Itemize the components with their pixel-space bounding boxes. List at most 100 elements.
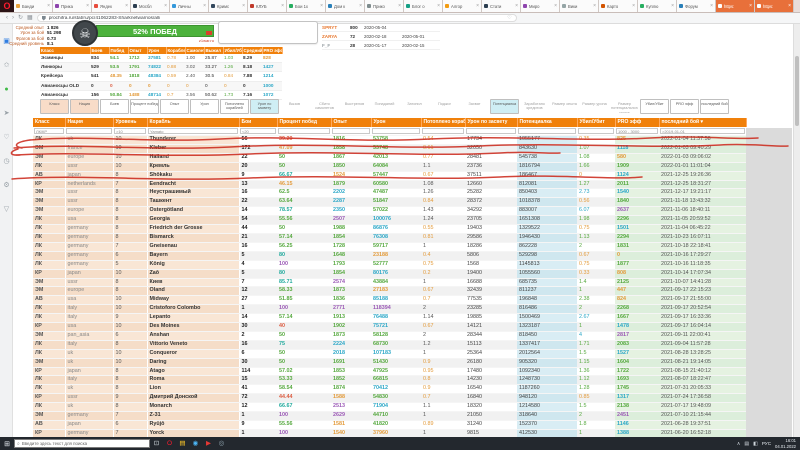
tab-close-icon[interactable]: × — [47, 3, 50, 9]
column-header[interactable]: Потенциалка — [517, 118, 577, 127]
tab-close-icon[interactable]: × — [125, 3, 128, 9]
column-toggle-button[interactable]: Сбито самолетов — [310, 99, 339, 114]
filter-input[interactable]: 1000 - 3000 — [616, 128, 658, 134]
column-toggle-button[interactable]: Размер опыта — [550, 99, 579, 114]
browser-tab[interactable]: Бои 1х× — [287, 0, 326, 12]
browser-tab[interactable]: Карто× — [599, 0, 638, 12]
opera-icon[interactable]: O — [163, 437, 176, 450]
browser-tab[interactable]: Блог о× — [404, 0, 443, 12]
column-header[interactable]: Класс — [33, 118, 65, 127]
bookmarks-star-icon[interactable]: ✩ — [0, 59, 13, 72]
filter-input[interactable]: >10 — [114, 128, 146, 134]
column-toggle-button[interactable]: Вызов — [280, 99, 309, 114]
tab-close-icon[interactable]: × — [164, 3, 167, 9]
column-header[interactable]: последний бой ▾ — [659, 118, 746, 127]
explorer-icon[interactable]: ▤ — [176, 437, 189, 450]
column-header[interactable]: Бои — [239, 118, 277, 127]
task-view-icon[interactable]: ⊡ — [150, 437, 163, 450]
filter-input[interactable] — [578, 128, 614, 134]
taskbar-search[interactable]: ⌕ Введите здесь текст для поиска — [14, 439, 150, 448]
ship-row[interactable]: ЭМfrance10Kleber17247.091858537480.61320… — [33, 144, 746, 153]
browser-tab[interactable]: Личны× — [170, 0, 209, 12]
ship-row[interactable]: ЛКitaly8Vittorio Veneto16752224687301.21… — [33, 340, 746, 349]
browser-tab[interactable]: Вики× — [560, 0, 599, 12]
ship-row[interactable]: ЭМpan_asia6Anshan25018735812822834481845… — [33, 331, 746, 340]
ship-row[interactable]: ЛКuk8Lion4158.541874704120.9165401187260… — [33, 385, 746, 394]
ship-row[interactable]: ЛКuk10Thunderer5639.291816537580.5417734… — [33, 136, 746, 145]
ship-row[interactable]: АВjapan6Ryūjō955.561581418200.8931240152… — [33, 421, 746, 430]
steam-icon[interactable]: ◎ — [215, 437, 228, 450]
tab-close-icon[interactable]: × — [593, 3, 596, 9]
tab-close-icon[interactable]: × — [86, 3, 89, 9]
tab-close-icon[interactable]: × — [788, 3, 791, 9]
opera-menu-button[interactable]: O — [0, 0, 14, 12]
column-toggle-button[interactable]: Потенциалка — [490, 99, 519, 114]
column-header[interactable]: Потоплено кораблей — [421, 118, 465, 127]
page-scrollbar[interactable] — [793, 24, 800, 437]
filter-input[interactable] — [466, 128, 516, 134]
settings-gear-icon[interactable]: ⚙ — [0, 179, 13, 192]
ship-row[interactable]: КРnetherlands7Eendracht1346.151879605801… — [33, 180, 746, 189]
tab-close-icon[interactable]: × — [632, 3, 635, 9]
ship-row[interactable]: ЛКitaly9Lepanto1457.141913764881.1419885… — [33, 314, 746, 323]
speed-dial-icon[interactable]: ▦ — [27, 13, 33, 24]
ship-row[interactable]: ЛКgermany6Bayern5801648231880.4580652929… — [33, 251, 746, 260]
browser-tab[interactable]: Прика× — [53, 0, 92, 12]
comment-panel[interactable] — [218, 21, 318, 44]
clan-history-row[interactable]: ZARYA722020-02-182020-05-01 — [322, 32, 440, 41]
scrollbar-thumb[interactable] — [795, 56, 799, 126]
ship-row[interactable]: ЛКusa8Georgia5455.5625071000761.24237051… — [33, 216, 746, 225]
tab-close-icon[interactable]: × — [320, 3, 323, 9]
filter-input[interactable]: ЛК|КР — [34, 128, 64, 134]
filter-input[interactable] — [422, 128, 464, 134]
column-toggle-button[interactable]: Выстрелов — [340, 99, 369, 114]
column-toggle-button[interactable]: Боев — [100, 99, 129, 114]
column-header[interactable]: Убил/Убит — [577, 118, 615, 127]
tab-close-icon[interactable]: × — [710, 3, 713, 9]
filter-icon[interactable]: ▽ — [0, 203, 13, 216]
ship-row[interactable]: КРusa10Des Moines30401902757210.67141211… — [33, 323, 746, 332]
ship-row[interactable]: КРjapan10Zaō5801854801760.21940010555600… — [33, 269, 746, 278]
reload-icon[interactable]: ↻ — [18, 13, 23, 24]
language-indicator[interactable]: РУС — [762, 441, 771, 446]
ship-row[interactable]: ЛКgermany8Friedrich der Grosse4450198886… — [33, 225, 746, 234]
column-header[interactable]: Процент побед — [277, 118, 331, 127]
tab-close-icon[interactable]: × — [242, 3, 245, 9]
tab-close-icon[interactable]: × — [476, 3, 479, 9]
column-toggle-button[interactable]: Класс — [40, 99, 69, 114]
column-toggle-button[interactable]: последний бой — [700, 99, 729, 114]
column-toggle-button[interactable]: Захват — [460, 99, 489, 114]
column-header[interactable]: Уровень — [113, 118, 147, 127]
browser-tab[interactable]: Куплю× — [638, 0, 677, 12]
column-header[interactable]: Опыт — [331, 118, 371, 127]
heart-icon[interactable]: ♡ — [0, 131, 13, 144]
ship-row[interactable]: ЛКitaly10Cristoforo Colombo1100277111839… — [33, 305, 746, 314]
chrome-icon[interactable]: ◉ — [189, 437, 202, 450]
browser-tab[interactable]: Алгор× — [443, 0, 482, 12]
tab-close-icon[interactable]: × — [281, 3, 284, 9]
column-toggle-button[interactable]: Нация — [70, 99, 99, 114]
browser-tab[interactable]: Банди× — [14, 0, 53, 12]
column-toggle-button[interactable]: Попаданий — [370, 99, 399, 114]
column-header[interactable]: Корабль — [147, 118, 239, 127]
filter-input[interactable] — [332, 128, 370, 134]
tab-close-icon[interactable]: × — [203, 3, 206, 9]
network-icon[interactable]: ▤ — [744, 441, 749, 447]
column-header[interactable]: PRO эфф — [615, 118, 659, 127]
column-header[interactable]: Урон — [371, 118, 421, 127]
ship-row[interactable]: ЛКgermany5König41001793527770.7515681145… — [33, 260, 746, 269]
column-toggle-button[interactable]: Размер урона — [580, 99, 609, 114]
column-toggle-button[interactable]: Затопил — [400, 99, 429, 114]
clan-history-row[interactable]: SPRYT8002020-05-04 — [322, 23, 440, 32]
clock[interactable]: 16:01 04.01.2022 — [775, 438, 796, 449]
ship-row[interactable]: ЛКuk8Monarch1266.672513719041.1183201214… — [33, 403, 746, 412]
tray-expand-icon[interactable]: ∧ — [737, 441, 741, 447]
column-toggle-button[interactable]: Заработано кредитов — [520, 99, 549, 114]
column-toggle-button[interactable]: Потоплено кораблей — [220, 99, 249, 114]
browser-tab[interactable]: Миро× — [521, 0, 560, 12]
back-icon[interactable]: ‹ — [6, 13, 8, 24]
whatsapp-icon[interactable]: ● — [0, 83, 13, 96]
tab-close-icon[interactable]: × — [671, 3, 674, 9]
tab-close-icon[interactable]: × — [515, 3, 518, 9]
browser-tab[interactable]: Мосбл× — [131, 0, 170, 12]
